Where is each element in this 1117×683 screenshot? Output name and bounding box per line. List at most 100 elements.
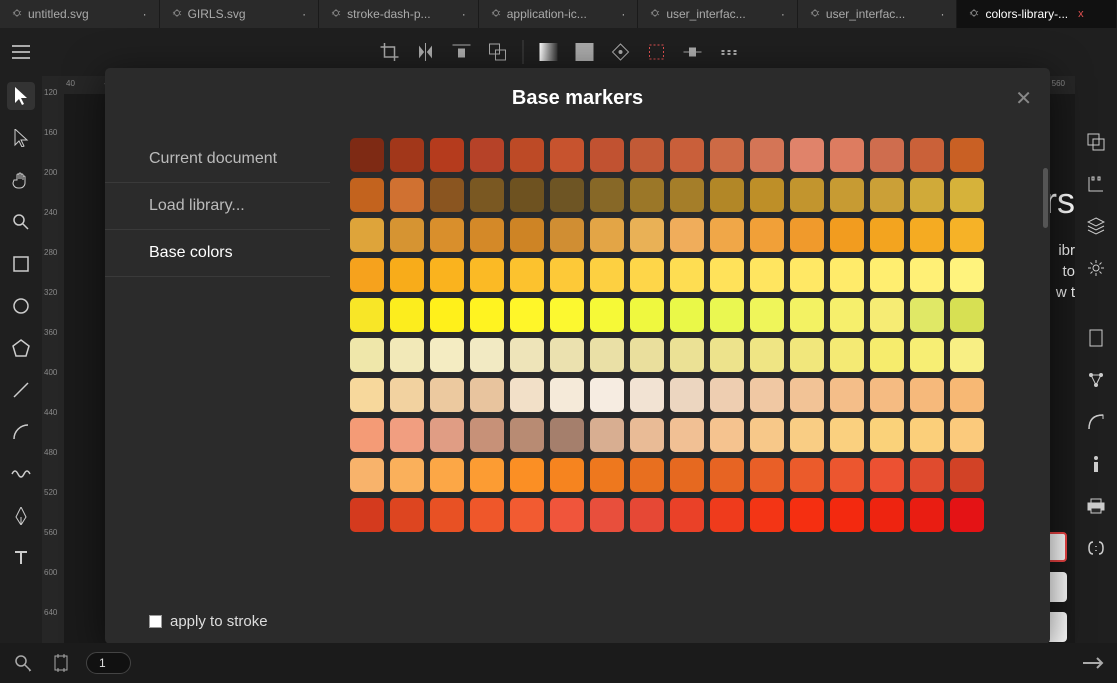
color-swatch[interactable] xyxy=(430,458,464,492)
color-swatch[interactable] xyxy=(830,458,864,492)
color-swatch[interactable] xyxy=(510,418,544,452)
color-swatch[interactable] xyxy=(470,298,504,332)
tab[interactable]: application-ic...· xyxy=(479,0,639,28)
color-swatch[interactable] xyxy=(870,338,904,372)
color-swatch[interactable] xyxy=(430,418,464,452)
color-swatch[interactable] xyxy=(470,458,504,492)
color-swatch[interactable] xyxy=(390,218,424,252)
color-swatch[interactable] xyxy=(350,138,384,172)
hand-tool[interactable] xyxy=(7,166,35,194)
color-swatch[interactable] xyxy=(470,378,504,412)
color-swatch[interactable] xyxy=(350,498,384,532)
crop-icon[interactable] xyxy=(374,37,404,67)
color-swatch[interactable] xyxy=(710,138,744,172)
color-swatch[interactable] xyxy=(830,418,864,452)
color-swatch[interactable] xyxy=(350,178,384,212)
color-swatch[interactable] xyxy=(390,498,424,532)
color-swatch[interactable] xyxy=(630,338,664,372)
distribute-icon[interactable] xyxy=(677,37,707,67)
color-swatch[interactable] xyxy=(470,338,504,372)
color-swatch[interactable] xyxy=(630,138,664,172)
color-swatch[interactable] xyxy=(790,298,824,332)
color-swatch[interactable] xyxy=(830,258,864,292)
color-swatch[interactable] xyxy=(710,498,744,532)
menu-button[interactable] xyxy=(8,39,34,65)
color-swatch[interactable] xyxy=(910,298,944,332)
close-icon[interactable]: ✕ xyxy=(1015,86,1032,111)
color-swatch[interactable] xyxy=(870,258,904,292)
flip-horizontal-icon[interactable] xyxy=(410,37,440,67)
artboard-icon[interactable] xyxy=(48,650,74,676)
color-swatch[interactable] xyxy=(630,218,664,252)
color-swatch[interactable] xyxy=(910,338,944,372)
sidebar-item-current-document[interactable]: Current document xyxy=(105,136,330,183)
color-swatch[interactable] xyxy=(790,138,824,172)
color-swatch[interactable] xyxy=(910,138,944,172)
color-swatch[interactable] xyxy=(950,378,984,412)
color-swatch[interactable] xyxy=(950,458,984,492)
color-swatch[interactable] xyxy=(950,338,984,372)
align-icon[interactable] xyxy=(446,37,476,67)
color-swatch[interactable] xyxy=(870,218,904,252)
tab-close-icon[interactable]: x xyxy=(1078,8,1084,20)
color-swatch[interactable] xyxy=(470,498,504,532)
color-swatch[interactable] xyxy=(590,498,624,532)
color-swatch[interactable] xyxy=(670,498,704,532)
color-swatch[interactable] xyxy=(950,258,984,292)
color-swatch[interactable] xyxy=(590,178,624,212)
text-tool[interactable] xyxy=(7,544,35,572)
color-swatch[interactable] xyxy=(830,338,864,372)
color-swatch[interactable] xyxy=(590,298,624,332)
color-swatch[interactable] xyxy=(750,138,784,172)
color-swatch[interactable] xyxy=(430,218,464,252)
color-swatch[interactable] xyxy=(670,298,704,332)
arc-tool[interactable] xyxy=(7,418,35,446)
zoom-input[interactable]: 1 xyxy=(86,652,131,674)
color-swatch[interactable] xyxy=(790,258,824,292)
select-tool[interactable] xyxy=(7,82,35,110)
color-swatch[interactable] xyxy=(910,178,944,212)
color-swatch[interactable] xyxy=(790,218,824,252)
color-swatch[interactable] xyxy=(510,338,544,372)
color-swatch[interactable] xyxy=(750,218,784,252)
color-swatch[interactable] xyxy=(870,498,904,532)
color-swatch[interactable] xyxy=(430,498,464,532)
color-swatch[interactable] xyxy=(550,298,584,332)
color-swatch[interactable] xyxy=(510,178,544,212)
color-swatch[interactable] xyxy=(750,458,784,492)
color-swatch[interactable] xyxy=(870,178,904,212)
nodes-icon[interactable] xyxy=(1082,366,1110,394)
settings-icon[interactable] xyxy=(1082,254,1110,282)
color-swatch[interactable] xyxy=(750,298,784,332)
color-swatch[interactable] xyxy=(750,338,784,372)
color-swatch[interactable] xyxy=(510,298,544,332)
color-swatch[interactable] xyxy=(630,378,664,412)
color-swatch[interactable] xyxy=(950,498,984,532)
color-swatch[interactable] xyxy=(630,458,664,492)
color-swatch[interactable] xyxy=(630,498,664,532)
color-swatch[interactable] xyxy=(590,258,624,292)
color-swatch[interactable] xyxy=(430,338,464,372)
color-swatch[interactable] xyxy=(870,138,904,172)
apply-to-stroke-checkbox[interactable] xyxy=(149,615,162,628)
color-swatch[interactable] xyxy=(670,218,704,252)
color-swatch[interactable] xyxy=(470,418,504,452)
polygon-tool[interactable] xyxy=(7,334,35,362)
color-swatch[interactable] xyxy=(670,138,704,172)
line-tool[interactable] xyxy=(7,376,35,404)
color-swatch[interactable] xyxy=(470,138,504,172)
color-swatch[interactable] xyxy=(870,378,904,412)
color-swatch[interactable] xyxy=(950,218,984,252)
color-swatch[interactable] xyxy=(790,338,824,372)
color-swatch[interactable] xyxy=(470,258,504,292)
color-swatch[interactable] xyxy=(510,218,544,252)
color-swatch[interactable] xyxy=(670,178,704,212)
tab[interactable]: stroke-dash-p...· xyxy=(319,0,479,28)
color-swatch[interactable] xyxy=(390,458,424,492)
info-icon[interactable] xyxy=(1082,450,1110,478)
color-swatch[interactable] xyxy=(630,418,664,452)
color-swatch[interactable] xyxy=(390,418,424,452)
color-swatch[interactable] xyxy=(470,178,504,212)
color-swatch[interactable] xyxy=(390,138,424,172)
color-swatch[interactable] xyxy=(670,258,704,292)
